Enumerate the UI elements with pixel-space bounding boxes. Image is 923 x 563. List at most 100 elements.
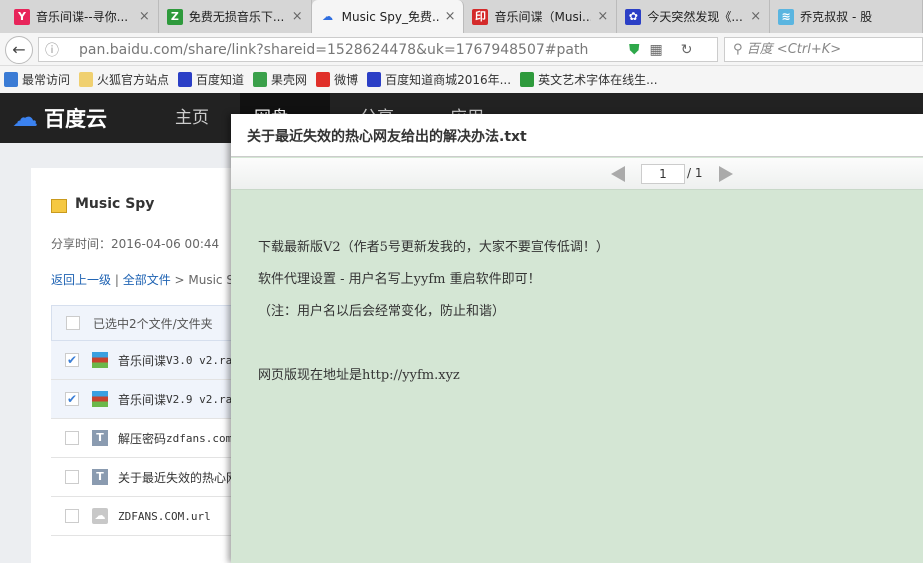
- file-name-prefix: 解压密码: [118, 431, 167, 446]
- file-name-prefix: 音乐间谍: [118, 392, 167, 407]
- bookmark-item[interactable]: 火狐官方站点: [79, 71, 169, 88]
- content-line: 网页版现在地址是http://yyfm.xyz: [258, 368, 460, 383]
- file-list: 已选中2个文件/文件夹 ✔ 音乐间谍 V3.0 v2.rar ✔ 音乐间谍 V2.9 v2…: [51, 305, 241, 536]
- tab-title: 音乐间谍--寻你...: [36, 10, 129, 24]
- file-checkbox[interactable]: [65, 431, 79, 445]
- info-icon[interactable]: ⓘ: [45, 40, 59, 60]
- bookmark-icon: [178, 72, 193, 87]
- back-link[interactable]: 返回上一级: [51, 273, 111, 287]
- file-name-suffix: zdfans.com.txt: [166, 431, 241, 445]
- shield-icon[interactable]: ⛊: [629, 42, 640, 58]
- content-line: [258, 328, 609, 360]
- bookmark-icon: [79, 72, 94, 87]
- bookmark-label: 最常访问: [22, 73, 71, 87]
- bookmark-label: 果壳网: [271, 73, 308, 87]
- file-content: 下载最新版V2（作者5号更新发我的，大家不要宣传低调！） 软件代理设置 - 用户名…: [258, 232, 609, 392]
- prev-page-icon[interactable]: [611, 166, 625, 182]
- baidu-cloud-logo[interactable]: ☁ 百度云: [12, 103, 107, 133]
- tab-strip: Y 音乐间谍--寻你... × Z 免费无损音乐下... × ☁ Music Spy_免费..…: [0, 0, 923, 33]
- file-checkbox[interactable]: [65, 470, 79, 484]
- bookmark-label: 百度知道商城2016年...: [385, 73, 512, 87]
- nav-home[interactable]: 主页: [175, 93, 209, 143]
- list-header: 已选中2个文件/文件夹: [51, 305, 241, 341]
- rar-archive-icon: [92, 352, 108, 368]
- tab-title: Music Spy_免费...: [341, 10, 439, 24]
- pager-toolbar: 1 / 1: [231, 158, 923, 190]
- reload-icon[interactable]: ↻: [681, 42, 693, 58]
- close-tab-icon[interactable]: ×: [597, 9, 608, 24]
- file-preview-dialog: 关于最近失效的热心网友给出的解决办法.txt 1 / 1 下载最新版V2（作者5…: [231, 114, 923, 563]
- file-name-prefix: 关于最近失效的热心网友给出的解决办法.txt: [118, 470, 241, 485]
- close-tab-icon[interactable]: ×: [445, 9, 456, 24]
- bookmark-icon: [367, 72, 382, 87]
- z-favicon-icon: Z: [166, 8, 183, 25]
- qr-code-icon[interactable]: ▦: [650, 42, 663, 58]
- search-icon: ⚲: [733, 42, 743, 57]
- bookmark-item[interactable]: 英文艺术字体在线生...: [520, 71, 658, 88]
- search-placeholder: 百度 <Ctrl+K>: [746, 42, 842, 57]
- tab-title: 免费无损音乐下...: [188, 10, 285, 24]
- bookmark-label: 微博: [334, 73, 359, 87]
- bookmark-item[interactable]: 果壳网: [253, 71, 307, 88]
- bookmark-item[interactable]: 最常访问: [4, 71, 70, 88]
- navigation-bar: ← ⓘ pan.baidu.com/share/link?shareid=152…: [0, 33, 923, 66]
- bookmark-label: 百度知道: [196, 73, 245, 87]
- logo-text: 百度云: [44, 107, 107, 131]
- selected-count: 已选中2个文件/文件夹: [93, 316, 213, 331]
- bookmark-icon: [316, 72, 331, 87]
- file-row[interactable]: ✔ 音乐间谍 V2.9 v2.rar: [51, 380, 241, 419]
- file-row[interactable]: ✔ 音乐间谍 V3.0 v2.rar: [51, 341, 241, 380]
- bookmark-item[interactable]: 百度知道商城2016年...: [367, 71, 511, 88]
- y-favicon-icon: Y: [14, 8, 30, 25]
- close-tab-icon[interactable]: ×: [139, 9, 150, 24]
- bookmarks-bar: 最常访问 火狐官方站点 百度知道 果壳网 微博 百度知道商城2016年... 英文艺术字体在…: [0, 66, 923, 93]
- seal-favicon-icon: 印: [472, 8, 489, 25]
- text-file-icon: T: [92, 469, 108, 485]
- bookmark-icon: [520, 72, 535, 87]
- address-bar[interactable]: ⓘ pan.baidu.com/share/link?shareid=15286…: [38, 37, 718, 62]
- baidu-cloud-favicon-icon: ☁: [322, 9, 334, 23]
- file-name-prefix: 音乐间谍: [118, 353, 167, 368]
- browser-tab[interactable]: 印音乐间谍（Musi... ×: [464, 0, 618, 33]
- back-button[interactable]: ←: [5, 36, 33, 64]
- bookmark-item[interactable]: 微博: [316, 71, 358, 88]
- all-files-link[interactable]: 全部文件: [123, 273, 171, 287]
- browser-tab[interactable]: Z 免费无损音乐下... ×: [159, 0, 312, 33]
- text-file-icon: T: [92, 430, 108, 446]
- page-total: / 1: [687, 166, 703, 180]
- paw-favicon-icon: ✿: [625, 8, 642, 25]
- rar-archive-icon: [92, 391, 108, 407]
- tab-title: 音乐间谍（Musi...: [494, 10, 592, 24]
- cloud-icon: ☁: [12, 103, 38, 133]
- breadcrumb-sep: |: [111, 273, 123, 287]
- browser-tab[interactable]: ✿ 今天突然发现《... ×: [617, 0, 771, 33]
- browser-tab[interactable]: ☁ Music Spy_免费... ×: [311, 0, 465, 33]
- breadcrumb: 返回上一级 | 全部文件 > Music Spy: [51, 271, 249, 288]
- browser-tab[interactable]: ≋ 乔克叔叔 - 股: [770, 0, 923, 33]
- url-text: pan.baidu.com/share/link?shareid=1528624…: [79, 41, 589, 58]
- tab-title: 乔克叔叔 - 股: [800, 10, 873, 24]
- bookmark-label: 火狐官方站点: [97, 73, 170, 87]
- share-time: 分享时间：2016-04-06 00:44: [51, 237, 220, 251]
- search-input[interactable]: ⚲ 百度 <Ctrl+K>: [724, 37, 923, 62]
- bookmark-item[interactable]: 百度知道: [178, 71, 244, 88]
- page-input[interactable]: 1: [641, 164, 685, 184]
- file-checkbox[interactable]: [65, 509, 79, 523]
- bookmark-label: 英文艺术字体在线生...: [538, 73, 658, 87]
- file-row[interactable]: T 解压密码zdfans.com.txt: [51, 419, 241, 458]
- file-name-suffix: V3.0 v2.rar: [166, 353, 239, 367]
- content-line: （注：用户名以后会经常变化，防止和谐）: [258, 304, 506, 319]
- close-tab-icon[interactable]: ×: [750, 9, 761, 24]
- file-row[interactable]: T 关于最近失效的热心网友给出的解决办法.txt: [51, 458, 241, 497]
- file-row[interactable]: ☁ ZDFANS.COM.url: [51, 497, 241, 536]
- bookmark-icon: [4, 72, 18, 87]
- file-checkbox[interactable]: ✔: [65, 392, 79, 406]
- select-all-checkbox[interactable]: [66, 316, 80, 330]
- wings-favicon-icon: ≋: [778, 8, 795, 25]
- file-checkbox[interactable]: ✔: [65, 353, 79, 367]
- link-file-icon: ☁: [92, 508, 108, 524]
- next-page-icon[interactable]: [719, 166, 733, 182]
- browser-tab[interactable]: Y 音乐间谍--寻你... ×: [6, 0, 159, 33]
- file-name-suffix: V2.9 v2.rar: [166, 392, 239, 406]
- close-tab-icon[interactable]: ×: [292, 9, 303, 24]
